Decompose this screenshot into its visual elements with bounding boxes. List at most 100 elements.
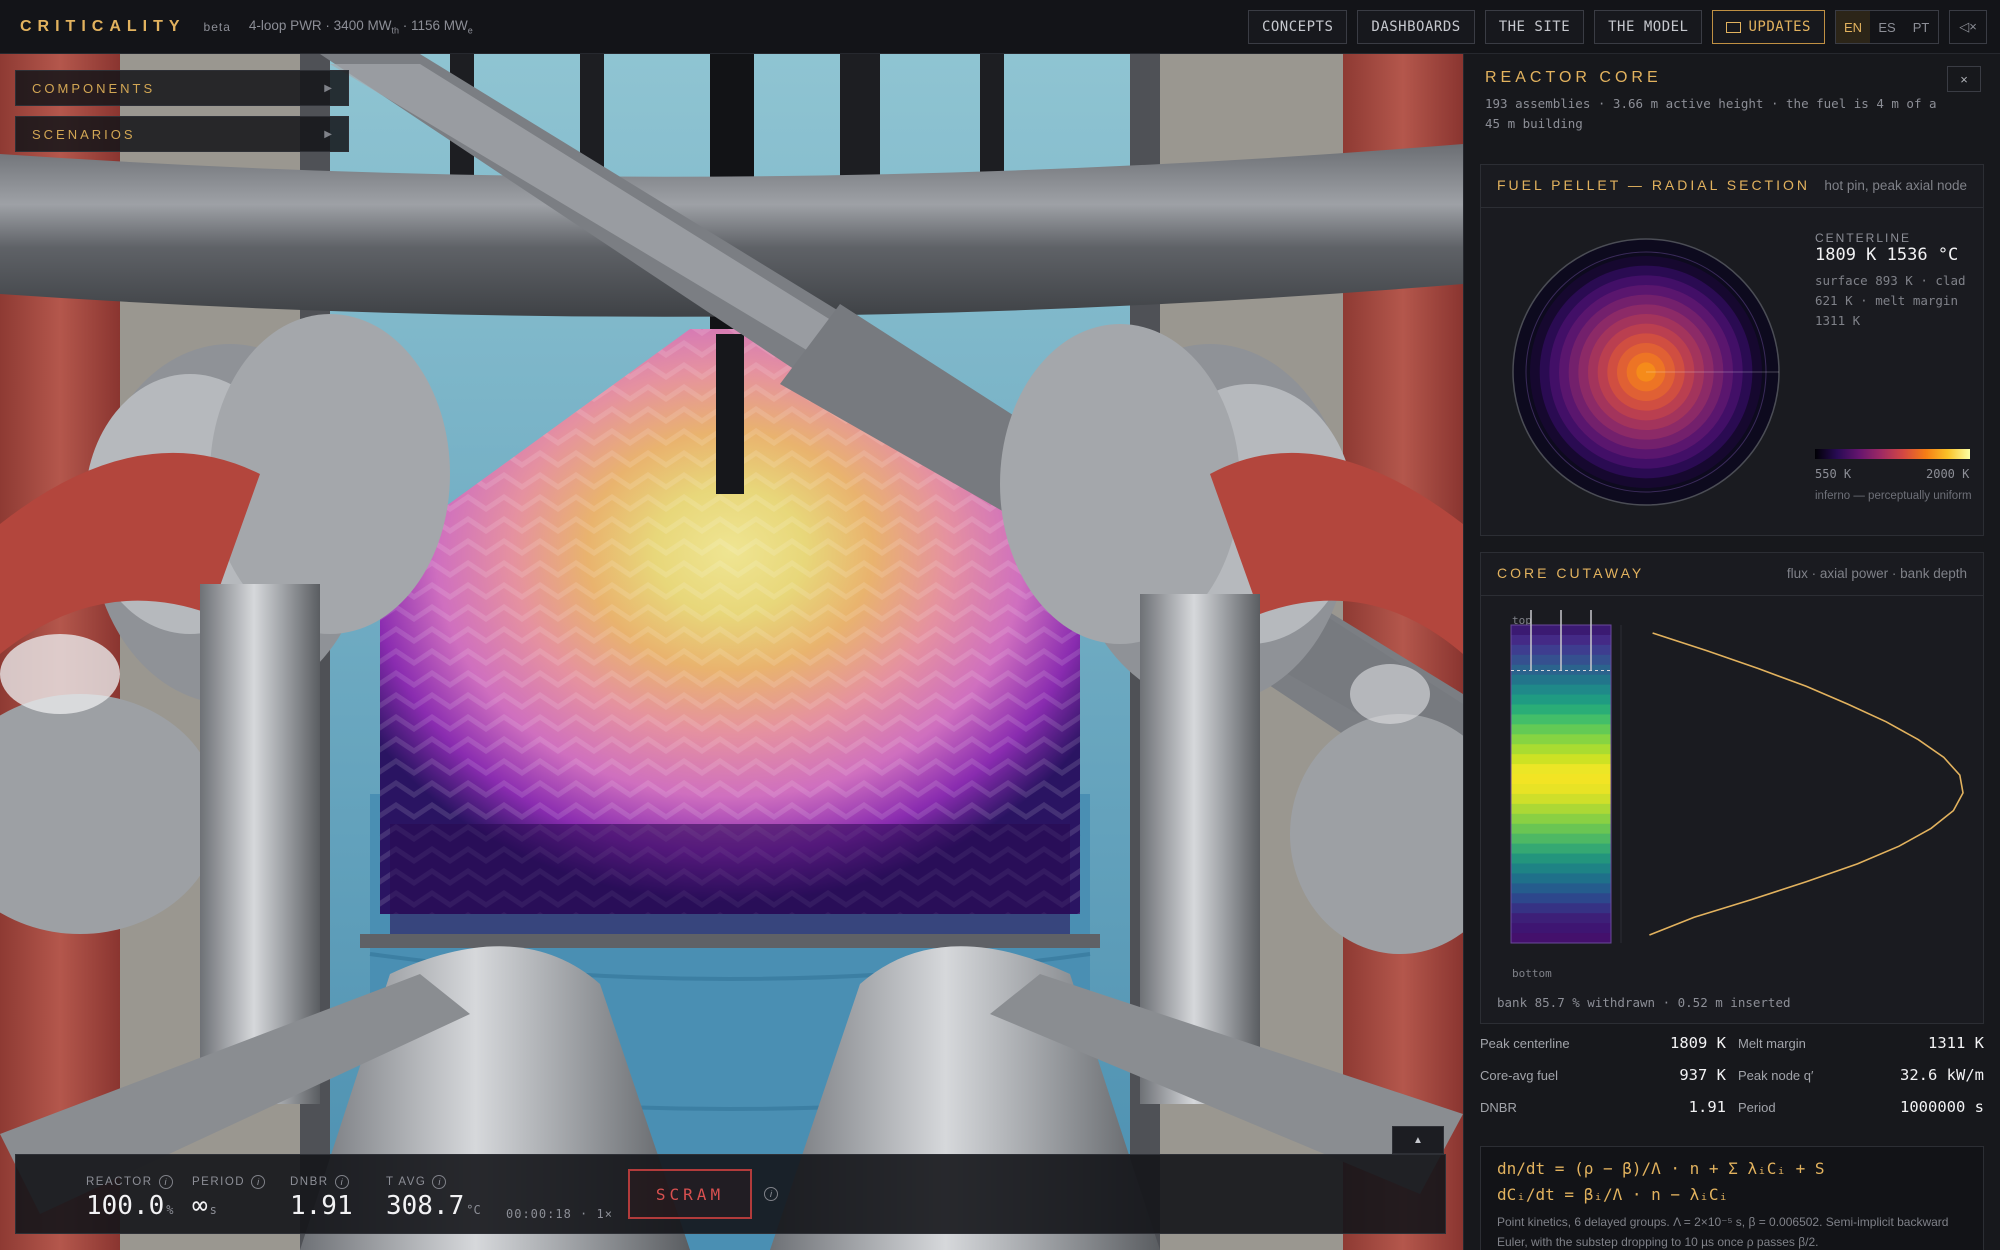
tavg-unit: °C [466, 1203, 481, 1217]
lang-pt-button[interactable]: PT [1904, 11, 1938, 43]
flux-band [1511, 754, 1611, 765]
plant-subtitle: 4-loop PWR · 3400 MWth · 1156 MWe [248, 17, 473, 36]
sim-clock: 00:00:18 · 1× [506, 1207, 613, 1221]
hud-toggle-button[interactable]: ▲ [1392, 1126, 1444, 1154]
pellet-cross-section [1512, 238, 1780, 506]
period-value: ∞ [192, 1191, 208, 1221]
centerline-label: CENTERLINE [1815, 231, 1912, 245]
flux-band [1511, 863, 1611, 874]
kinetics-equations: dn/dt = (ρ − β)/Λ · n + Σ λᵢCᵢ + S dCᵢ/d… [1480, 1146, 1984, 1250]
reactor-scene [0, 54, 1463, 1250]
scenarios-dropdown[interactable]: SCENARIOS ▶ [15, 116, 349, 152]
updates-label: UPDATES [1748, 19, 1811, 35]
colorbar-max: 2000 K [1926, 467, 1970, 481]
pellet-temperature-note: surface 893 K · clad 621 K · melt margin… [1815, 273, 1966, 328]
flux-band [1511, 813, 1611, 825]
flux-band [1511, 774, 1611, 785]
lang-en-button[interactable]: EN [1836, 11, 1870, 43]
main-nav: CONCEPTS DASHBOARDS THE SITE THE MODEL U… [1247, 10, 1987, 44]
period-readout: PERIOD i ∞ s [192, 1175, 266, 1221]
tavg-readout: T AVG i 308.7 °C [386, 1175, 481, 1221]
status-hud: REACTOR i 100.0% PERIOD i ∞ s DNBR i 1.91 T … [15, 1154, 1446, 1234]
inferno-colorbar [1815, 449, 1970, 459]
tavg-label: T AVG [386, 1176, 427, 1188]
stat-period: Period 1000000 s [1738, 1098, 1984, 1116]
flux-band [1511, 833, 1611, 845]
scram-button[interactable]: SCRAM [628, 1169, 752, 1219]
reactor-3d-viewport[interactable]: COMPONENTS ▶ SCENARIOS ▶ [0, 54, 1463, 1250]
nav-updates-button[interactable]: UPDATES [1712, 10, 1825, 44]
reactor-label: REACTOR [86, 1176, 153, 1188]
card-meta: flux · axial power · bank depth [1786, 566, 1967, 581]
flux-band [1511, 903, 1611, 914]
flux-band [1511, 913, 1611, 924]
speaker-muted-icon: ◁× [1959, 19, 1977, 34]
centerline-value: 1809 K 1536 °C [1815, 245, 1959, 265]
mute-button[interactable]: ◁× [1949, 10, 1987, 44]
card-meta: hot pin, peak axial node [1824, 178, 1967, 193]
bank-status: bank 85.7 % withdrawn · 0.52 m inserted [1497, 995, 1791, 1010]
nav-site-button[interactable]: THE SITE [1484, 10, 1585, 44]
flux-band [1511, 823, 1611, 835]
flux-band [1511, 714, 1611, 725]
flux-band [1511, 694, 1611, 705]
flux-band [1511, 933, 1611, 944]
info-icon[interactable]: i [251, 1175, 266, 1189]
info-icon[interactable]: i [334, 1175, 349, 1189]
stat-peak-centerline: Peak centerline 1809 K [1480, 1034, 1726, 1052]
equation-neutron: dn/dt = (ρ − β)/Λ · n + Σ λᵢCᵢ + S [1497, 1159, 1825, 1178]
top-bar: CRITICALITY beta 4-loop PWR · 3400 MWth … [0, 0, 2000, 54]
reactor-power-readout: REACTOR i 100.0% [86, 1175, 174, 1221]
fuel-pellet-card: FUEL PELLET — RADIAL SECTION hot pin, pe… [1480, 164, 1984, 536]
tavg-value: 308.7 [386, 1191, 465, 1221]
nav-model-button[interactable]: THE MODEL [1594, 10, 1703, 44]
reactor-value: 100.0 [86, 1191, 165, 1221]
flux-band [1511, 734, 1611, 745]
flux-band [1511, 724, 1611, 735]
flux-band [1511, 923, 1611, 934]
colorbar-min: 550 K [1815, 467, 1852, 481]
flux-band [1511, 704, 1611, 715]
flux-band [1511, 883, 1611, 894]
reactor-unit: % [166, 1203, 174, 1217]
flux-band [1511, 684, 1611, 696]
equation-precursor: dCᵢ/dt = βᵢ/Λ · n − λᵢCᵢ [1497, 1185, 1729, 1204]
stat-core-avg-fuel: Core-avg fuel 937 K [1480, 1066, 1726, 1084]
stat-melt-margin: Melt margin 1311 K [1738, 1034, 1984, 1052]
core-cutaway-card: CORE CUTAWAY flux · axial power · bank d… [1480, 552, 1984, 1024]
equation-note: Point kinetics, 6 delayed groups. Λ = 2×… [1497, 1215, 1949, 1249]
components-label: COMPONENTS [32, 80, 156, 96]
flux-band [1511, 744, 1611, 755]
stat-dnbr: DNBR 1.91 [1480, 1098, 1726, 1116]
dnbr-value: 1.91 [290, 1191, 353, 1221]
nav-concepts-button[interactable]: CONCEPTS [1247, 10, 1348, 44]
axial-power-curve [1649, 632, 1964, 936]
components-dropdown[interactable]: COMPONENTS ▶ [15, 70, 349, 106]
flux-band [1511, 843, 1611, 855]
beta-badge: beta [203, 19, 231, 34]
colorbar-note: inferno — perceptually uniform [1815, 490, 1972, 502]
flux-band [1511, 803, 1611, 815]
panel-title: REACTOR CORE [1485, 69, 1662, 86]
app-brand[interactable]: CRITICALITY [20, 18, 186, 36]
flux-band [1511, 764, 1611, 775]
nav-dashboards-button[interactable]: DASHBOARDS [1357, 10, 1475, 44]
flux-band [1511, 793, 1611, 805]
stat-peak-node-q: Peak node q′ 32.6 kW/m [1738, 1066, 1984, 1084]
component-panel: REACTOR CORE 193 assemblies · 3.66 m act… [1463, 54, 2000, 1250]
lang-es-button[interactable]: ES [1870, 11, 1904, 43]
close-button[interactable]: × [1947, 66, 1981, 92]
flux-band [1511, 853, 1611, 864]
info-icon[interactable]: i [158, 1175, 173, 1189]
info-icon[interactable]: i [432, 1175, 447, 1189]
core-cutaway-plot [1510, 610, 1964, 944]
flux-band [1511, 873, 1611, 884]
dnbr-readout: DNBR i 1.91 [290, 1175, 353, 1221]
dnbr-label: DNBR [290, 1176, 329, 1188]
chevron-right-icon: ▶ [324, 82, 332, 94]
info-icon[interactable]: i [764, 1187, 778, 1201]
period-label: PERIOD [192, 1176, 246, 1188]
flux-band [1511, 674, 1611, 686]
card-title: FUEL PELLET — RADIAL SECTION [1497, 177, 1810, 193]
flux-band [1511, 893, 1611, 904]
